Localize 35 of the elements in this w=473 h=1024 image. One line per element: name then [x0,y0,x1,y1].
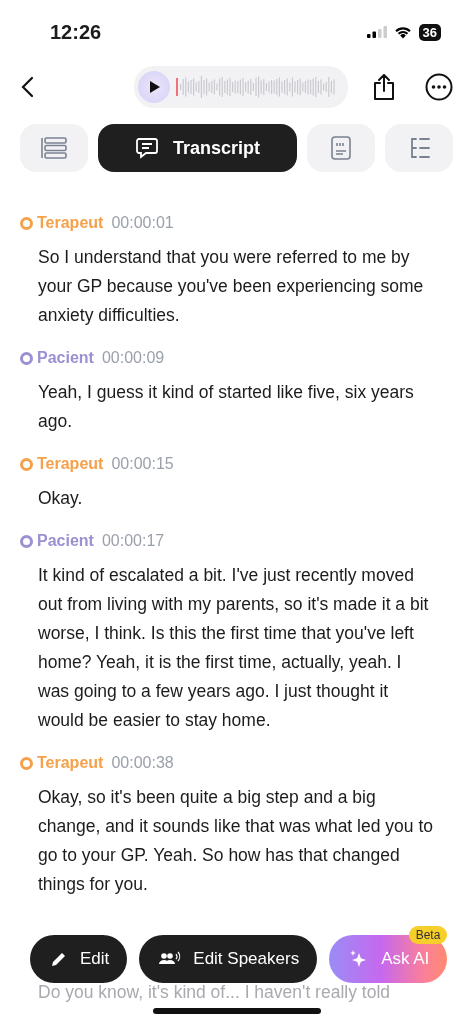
transcript-text: Okay, so it's been quite a big step and a big change, and it sounds like that was what led you to go to your GP. Yeah. So how has that changed things for you. [38,786,434,896]
timestamp: 00:00:38 [111,754,174,772]
beta-badge: Beta [408,926,448,944]
speakers-button[interactable]: Edit Speakers [139,935,318,983]
outline-tab[interactable] [20,124,88,172]
back-icon[interactable] [20,76,34,98]
wifi-icon [393,25,412,39]
signal-icon [366,26,387,38]
list-icon [40,137,67,159]
people-icon [159,951,182,967]
timestamp: 00:00:17 [101,532,165,550]
quote-icon [331,136,352,160]
timestamp: 00:00:15 [111,455,174,473]
transcript-tab[interactable]: Transcript [97,124,298,172]
speaker-name: Terapeut [37,455,104,473]
speaker-name: Terapeut [37,754,104,772]
speaker-name: Pacient [37,349,94,367]
status-time: 12:26 [50,20,102,44]
pencil-icon [50,950,68,968]
more-icon[interactable] [425,73,453,101]
transcript-text: Do you know, it's kind of... I haven't really told [38,981,390,1004]
edit-button[interactable]: Edit [30,935,128,983]
play-icon[interactable] [138,71,170,103]
battery-indicator: 36 [418,23,441,41]
share-icon[interactable] [373,73,395,101]
speaker-name: Pacient [37,532,94,550]
transcript-text: It kind of escalated a bit. I've just recently moved out from living with my parents, so it's made it a bit worse, I think. Is this the first time that you've left home? Yeah, it is the first time, actually, yeah. I was going to a few years ago. I just thought it would be easier to stay home. [38,564,430,732]
timestamp: 00:00:01 [111,214,174,232]
transcript-text: Okay. [38,487,84,510]
transcript-text: So I understand that you were referred to me by your GP because you've been experiencing some anxiety difficulties. [38,246,425,327]
speaker-name: Terapeut [37,214,104,232]
chat-icon [135,136,160,160]
transcript-text: Yeah, I guess it kind of started like five, six years ago. [38,381,415,433]
timestamp: 00:00:09 [101,349,165,367]
quote-tab[interactable] [307,124,376,172]
